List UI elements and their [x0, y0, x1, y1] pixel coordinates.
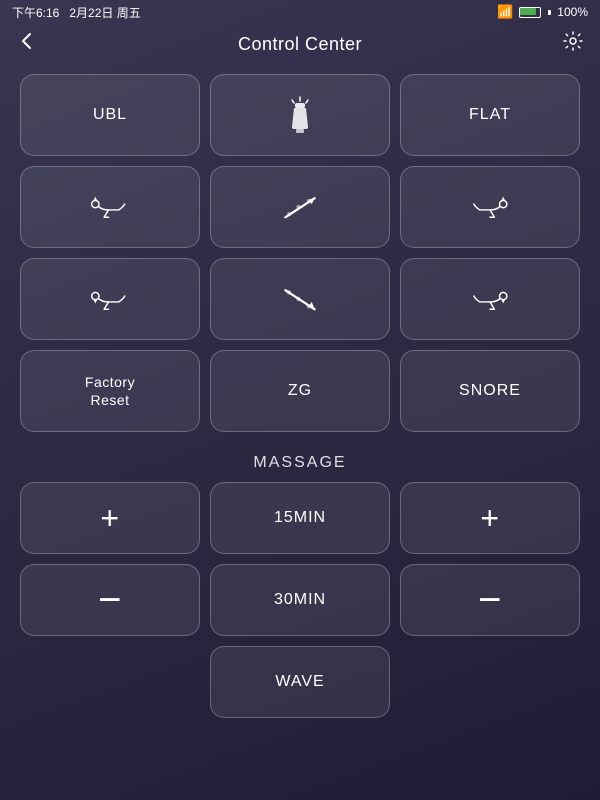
header: Control Center [0, 24, 600, 64]
battery-nub [548, 10, 551, 15]
massage-col-left: + − [20, 482, 200, 636]
torch-icon [278, 93, 322, 137]
zg-button[interactable]: ZG [210, 350, 390, 432]
minus-right-label: − [478, 584, 502, 616]
leg-up-button[interactable] [400, 166, 580, 248]
snore-button[interactable]: SNORE [400, 350, 580, 432]
flat-button[interactable]: FLAT [400, 74, 580, 156]
minus-right-button[interactable]: − [400, 564, 580, 636]
30min-label: 30MIN [274, 591, 326, 609]
15min-button[interactable]: 15MIN [210, 482, 390, 554]
head-up-icon [88, 185, 132, 229]
wave-row: WAVE [20, 646, 580, 718]
back-down-button[interactable] [210, 258, 390, 340]
massage-col-center: 15MIN 30MIN [210, 482, 390, 636]
head-down-button[interactable] [20, 258, 200, 340]
status-time: 下午6:16 [12, 4, 59, 21]
leg-down-button[interactable] [400, 258, 580, 340]
status-date: 2月22日 周五 [69, 4, 140, 21]
leg-up-icon [468, 185, 512, 229]
massage-grid: + − 15MIN 30MIN + − [20, 482, 580, 636]
15min-label: 15MIN [274, 509, 326, 527]
wave-button[interactable]: WAVE [210, 646, 390, 718]
battery-icon [519, 7, 541, 18]
torch-button[interactable] [210, 74, 390, 156]
main-grid: UBL FLAT [0, 64, 600, 442]
back-button[interactable] [16, 30, 38, 58]
header-title: Control Center [238, 34, 362, 55]
leg-down-icon [468, 277, 512, 321]
battery-percent: 100% [557, 5, 588, 19]
plus-left-button[interactable]: + [20, 482, 200, 554]
massage-col-right: + − [400, 482, 580, 636]
plus-left-label: + [100, 500, 119, 537]
30min-button[interactable]: 30MIN [210, 564, 390, 636]
status-left: 下午6:16 2月22日 周五 [12, 4, 141, 21]
back-up-button[interactable] [210, 166, 390, 248]
plus-right-button[interactable]: + [400, 482, 580, 554]
ubl-button[interactable]: UBL [20, 74, 200, 156]
plus-right-label: + [480, 500, 499, 537]
factory-reset-button[interactable]: Factory Reset [20, 350, 200, 432]
wave-label: WAVE [275, 673, 324, 691]
wifi-icon: 📶 [497, 4, 513, 20]
massage-section: MASSAGE + − 15MIN 30MIN + − [0, 442, 600, 724]
head-down-icon [88, 277, 132, 321]
back-down-icon [278, 277, 322, 321]
settings-button[interactable] [562, 30, 584, 58]
back-up-icon [278, 185, 322, 229]
head-up-button[interactable] [20, 166, 200, 248]
status-right: 📶 100% [497, 4, 588, 20]
minus-left-button[interactable]: − [20, 564, 200, 636]
massage-title: MASSAGE [20, 454, 580, 472]
minus-left-label: − [98, 584, 122, 616]
status-bar: 下午6:16 2月22日 周五 📶 100% [0, 0, 600, 24]
